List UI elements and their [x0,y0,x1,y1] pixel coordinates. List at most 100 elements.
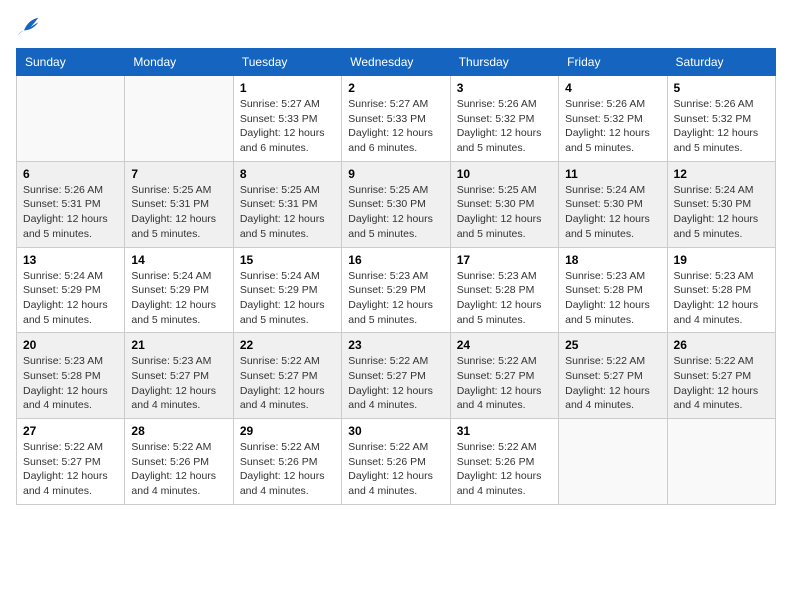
calendar-cell: 3 Sunrise: 5:26 AMSunset: 5:32 PMDaylight… [450,76,558,162]
day-number: 8 [240,167,335,181]
day-number: 25 [565,338,660,352]
day-header: Sunday [17,49,125,76]
day-number: 24 [457,338,552,352]
day-header: Saturday [667,49,775,76]
cell-content: Sunrise: 5:23 AMSunset: 5:28 PMDaylight:… [23,354,118,413]
calendar-cell [17,76,125,162]
cell-content: Sunrise: 5:26 AMSunset: 5:32 PMDaylight:… [457,97,552,156]
calendar-cell: 13 Sunrise: 5:24 AMSunset: 5:29 PMDayligh… [17,247,125,333]
cell-content: Sunrise: 5:25 AMSunset: 5:30 PMDaylight:… [348,183,443,242]
day-number: 29 [240,424,335,438]
cell-content: Sunrise: 5:22 AMSunset: 5:27 PMDaylight:… [457,354,552,413]
day-number: 13 [23,253,118,267]
day-number: 18 [565,253,660,267]
cell-content: Sunrise: 5:22 AMSunset: 5:27 PMDaylight:… [240,354,335,413]
calendar-cell: 30 Sunrise: 5:22 AMSunset: 5:26 PMDayligh… [342,419,450,505]
calendar-cell: 25 Sunrise: 5:22 AMSunset: 5:27 PMDayligh… [559,333,667,419]
cell-content: Sunrise: 5:25 AMSunset: 5:31 PMDaylight:… [240,183,335,242]
day-number: 16 [348,253,443,267]
cell-content: Sunrise: 5:22 AMSunset: 5:27 PMDaylight:… [23,440,118,499]
calendar-cell: 15 Sunrise: 5:24 AMSunset: 5:29 PMDayligh… [233,247,341,333]
calendar-cell: 9Sunrise: 5:25 AMSunset: 5:30 PMDaylight… [342,161,450,247]
day-header: Monday [125,49,233,76]
cell-content: Sunrise: 5:22 AMSunset: 5:27 PMDaylight:… [348,354,443,413]
day-header: Tuesday [233,49,341,76]
day-number: 1 [240,81,335,95]
cell-content: Sunrise: 5:24 AMSunset: 5:30 PMDaylight:… [565,183,660,242]
day-number: 14 [131,253,226,267]
calendar-cell: 28Sunrise: 5:22 AMSunset: 5:26 PMDayligh… [125,419,233,505]
day-number: 4 [565,81,660,95]
day-number: 23 [348,338,443,352]
cell-content: Sunrise: 5:27 AMSunset: 5:33 PMDaylight:… [348,97,443,156]
calendar-cell: 23 Sunrise: 5:22 AMSunset: 5:27 PMDayligh… [342,333,450,419]
day-number: 15 [240,253,335,267]
cell-content: Sunrise: 5:23 AMSunset: 5:28 PMDaylight:… [674,269,769,328]
calendar-cell: 17 Sunrise: 5:23 AMSunset: 5:28 PMDayligh… [450,247,558,333]
cell-content: Sunrise: 5:22 AMSunset: 5:26 PMDaylight:… [240,440,335,499]
calendar-week-row: 13 Sunrise: 5:24 AMSunset: 5:29 PMDayligh… [17,247,776,333]
cell-content: Sunrise: 5:23 AMSunset: 5:29 PMDaylight:… [348,269,443,328]
day-number: 31 [457,424,552,438]
cell-content: Sunrise: 5:22 AMSunset: 5:27 PMDaylight:… [674,354,769,413]
cell-content: Sunrise: 5:23 AMSunset: 5:27 PMDaylight:… [131,354,226,413]
day-number: 20 [23,338,118,352]
calendar-cell: 18 Sunrise: 5:23 AMSunset: 5:28 PMDayligh… [559,247,667,333]
calendar-cell: 8 Sunrise: 5:25 AMSunset: 5:31 PMDaylight… [233,161,341,247]
day-number: 3 [457,81,552,95]
cell-content: Sunrise: 5:22 AMSunset: 5:26 PMDaylight:… [457,440,552,499]
calendar-week-row: 27Sunrise: 5:22 AMSunset: 5:27 PMDayligh… [17,419,776,505]
day-number: 26 [674,338,769,352]
cell-content: Sunrise: 5:22 AMSunset: 5:26 PMDaylight:… [348,440,443,499]
cell-content: Sunrise: 5:26 AMSunset: 5:32 PMDaylight:… [565,97,660,156]
day-number: 22 [240,338,335,352]
calendar-cell: 29 Sunrise: 5:22 AMSunset: 5:26 PMDayligh… [233,419,341,505]
calendar-cell [125,76,233,162]
calendar-cell: 4 Sunrise: 5:26 AMSunset: 5:32 PMDaylight… [559,76,667,162]
calendar-cell: 5Sunrise: 5:26 AMSunset: 5:32 PMDaylight… [667,76,775,162]
calendar-cell: 2Sunrise: 5:27 AMSunset: 5:33 PMDaylight… [342,76,450,162]
calendar-week-row: 6 Sunrise: 5:26 AMSunset: 5:31 PMDaylight… [17,161,776,247]
cell-content: Sunrise: 5:25 AMSunset: 5:30 PMDaylight:… [457,183,552,242]
cell-content: Sunrise: 5:27 AMSunset: 5:33 PMDaylight:… [240,97,335,156]
calendar-cell: 31 Sunrise: 5:22 AMSunset: 5:26 PMDayligh… [450,419,558,505]
calendar-cell: 27Sunrise: 5:22 AMSunset: 5:27 PMDayligh… [17,419,125,505]
cell-content: Sunrise: 5:25 AMSunset: 5:31 PMDaylight:… [131,183,226,242]
cell-content: Sunrise: 5:26 AMSunset: 5:32 PMDaylight:… [674,97,769,156]
calendar-cell [559,419,667,505]
calendar-cell: 1 Sunrise: 5:27 AMSunset: 5:33 PMDaylight… [233,76,341,162]
cell-content: Sunrise: 5:24 AMSunset: 5:29 PMDaylight:… [131,269,226,328]
calendar-cell: 6 Sunrise: 5:26 AMSunset: 5:31 PMDaylight… [17,161,125,247]
day-number: 17 [457,253,552,267]
cell-content: Sunrise: 5:23 AMSunset: 5:28 PMDaylight:… [565,269,660,328]
day-number: 19 [674,253,769,267]
day-number: 10 [457,167,552,181]
cell-content: Sunrise: 5:24 AMSunset: 5:30 PMDaylight:… [674,183,769,242]
page-header [16,16,776,36]
cell-content: Sunrise: 5:26 AMSunset: 5:31 PMDaylight:… [23,183,118,242]
calendar-table: SundayMondayTuesdayWednesdayThursdayFrid… [16,48,776,505]
day-number: 6 [23,167,118,181]
calendar-header-row: SundayMondayTuesdayWednesdayThursdayFrid… [17,49,776,76]
day-number: 30 [348,424,443,438]
logo [16,16,44,36]
calendar-cell: 7Sunrise: 5:25 AMSunset: 5:31 PMDaylight… [125,161,233,247]
calendar-cell: 12 Sunrise: 5:24 AMSunset: 5:30 PMDayligh… [667,161,775,247]
logo-icon [16,16,40,36]
calendar-cell: 19 Sunrise: 5:23 AMSunset: 5:28 PMDayligh… [667,247,775,333]
calendar-cell: 14 Sunrise: 5:24 AMSunset: 5:29 PMDayligh… [125,247,233,333]
cell-content: Sunrise: 5:24 AMSunset: 5:29 PMDaylight:… [240,269,335,328]
day-number: 21 [131,338,226,352]
calendar-cell: 16 Sunrise: 5:23 AMSunset: 5:29 PMDayligh… [342,247,450,333]
cell-content: Sunrise: 5:23 AMSunset: 5:28 PMDaylight:… [457,269,552,328]
calendar-week-row: 20 Sunrise: 5:23 AMSunset: 5:28 PMDayligh… [17,333,776,419]
day-header: Thursday [450,49,558,76]
day-number: 28 [131,424,226,438]
calendar-cell: 20 Sunrise: 5:23 AMSunset: 5:28 PMDayligh… [17,333,125,419]
day-number: 12 [674,167,769,181]
calendar-week-row: 1 Sunrise: 5:27 AMSunset: 5:33 PMDaylight… [17,76,776,162]
cell-content: Sunrise: 5:24 AMSunset: 5:29 PMDaylight:… [23,269,118,328]
day-number: 11 [565,167,660,181]
calendar-cell: 21 Sunrise: 5:23 AMSunset: 5:27 PMDayligh… [125,333,233,419]
cell-content: Sunrise: 5:22 AMSunset: 5:27 PMDaylight:… [565,354,660,413]
